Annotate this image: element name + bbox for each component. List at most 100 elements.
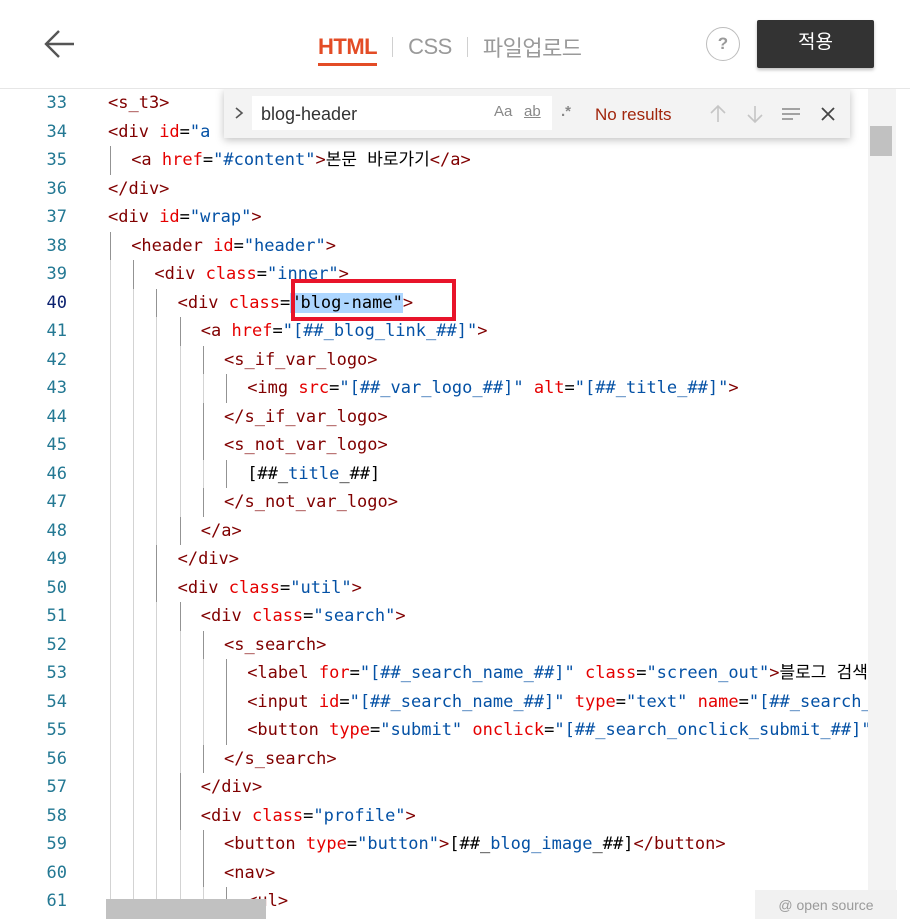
code-line[interactable]: <div class="search"> [201,602,406,630]
code-line[interactable]: <div class="profile"> [201,802,416,830]
back-arrow-icon[interactable] [44,28,76,60]
code-line[interactable]: </div> [201,773,262,801]
editor-toolbar: HTML CSS 파일업로드 ? 적용 [0,0,910,89]
line-number: 35 [46,150,67,170]
toggle-replace-chevron-icon[interactable] [232,103,248,123]
code-line[interactable]: <s_search> [224,631,326,659]
indent-guide [179,374,181,403]
code-line[interactable]: <nav> [224,859,275,887]
horizontal-scrollbar-thumb[interactable] [106,899,266,919]
code-line[interactable]: </a> [201,517,242,545]
code-line[interactable]: <s_not_var_logo> [224,431,388,459]
code-line[interactable]: </div> [108,175,169,203]
code-line[interactable]: </div> [178,545,239,573]
code-token: <div [200,805,252,826]
indent-guide [156,488,158,517]
code-line[interactable]: <div id="wrap"> [108,203,262,231]
code-token: "[##_search_name_##]" [349,691,565,712]
tab-css[interactable]: CSS [408,34,452,60]
indent-guide [133,659,135,688]
regex-toggle[interactable]: .* [561,103,571,120]
code-token: </button> [633,834,726,854]
indent-guide [179,801,181,830]
code-line[interactable]: <a href="#content">본문 바로가기</a> [131,146,471,174]
previous-match-arrow-icon[interactable] [706,102,730,126]
code-line[interactable]: <div class="util"> [178,574,362,602]
indent-guide [110,231,111,260]
code-line[interactable]: </s_not_var_logo> [224,488,398,516]
code-line[interactable]: <a href="[##_blog_link_##]"> [201,317,488,345]
line-number: 61 [46,891,67,911]
indent-guide [179,317,181,346]
indent-guide [110,545,111,574]
code-token: <div [108,207,160,227]
find-in-selection-icon[interactable] [779,102,803,126]
code-line[interactable]: <button type="submit" onclick="[##_searc… [247,716,868,744]
indent-guide [179,830,181,859]
indent-guide [226,659,227,688]
code-line[interactable]: <input id="[##_search_name_##]" type="te… [247,688,868,716]
vertical-scrollbar[interactable] [868,89,896,919]
code-token: > [405,805,416,826]
indent-guide [110,317,111,346]
code-area[interactable]: <s_t3> <div id="a <a href="#content">본문 바로… [108,89,868,919]
indent-guide [179,431,181,460]
indent-guide [133,716,135,745]
indent-guide [179,773,181,802]
code-token: = [256,264,268,284]
whole-word-toggle[interactable]: ab [524,103,541,120]
code-editor[interactable]: 33 34 35 36 37 38 39 40 41 42 43 44 45 46 47 48 49 50 51 52… [0,89,910,919]
code-line[interactable]: <s_t3> [108,89,169,117]
help-icon[interactable]: ? [706,27,740,61]
close-icon[interactable] [816,102,840,126]
code-token: <s_not_var_logo> [224,435,388,455]
code-line[interactable]: </s_if_var_logo> [224,403,388,431]
code-token: > [315,150,326,170]
code-token: = [339,691,350,712]
code-token: > [769,663,780,683]
code-token: "[##_var_logo_##]" [339,378,524,398]
indent-guide [156,288,158,317]
match-case-toggle[interactable]: Aa [494,103,512,120]
code-line[interactable]: <s_if_var_logo> [224,346,378,374]
code-token: blog_image [490,834,593,854]
code-token: type [305,834,347,854]
code-line[interactable]: <img src="[##_var_logo_##]" alt="[##_tit… [247,374,738,402]
indent-guide [202,431,204,460]
indent-guide [179,659,181,688]
code-line[interactable]: <label for="[##_search_name_##]" class="… [247,659,868,687]
apply-button[interactable]: 적용 [757,20,874,68]
indent-guide [110,488,111,517]
code-token: > [325,235,336,256]
indent-guide [202,374,204,403]
code-line[interactable]: <header id="header"> [131,232,336,260]
indent-guide [110,744,111,773]
line-number: 52 [46,634,67,655]
code-token: <a [131,150,162,170]
code-token: "screen_out" [646,663,770,683]
line-number: 60 [46,862,67,883]
code-token: [##_ [247,463,289,484]
tab-html[interactable]: HTML [318,34,378,66]
line-number: 56 [46,748,67,769]
code-line[interactable]: <div id="a [108,118,210,146]
code-token: alt [533,378,565,398]
vertical-scrollbar-thumb[interactable] [870,126,892,156]
indent-guide [133,545,135,574]
code-token: <nav> [224,862,276,883]
indent-guide [179,630,181,659]
code-line[interactable]: [##_title_##] [247,460,380,488]
code-token: id [318,691,340,712]
code-line[interactable]: </s_search> [224,745,337,773]
code-token: = [272,321,283,341]
indent-guide [202,687,204,716]
indent-guide [202,345,204,374]
indent-guide [133,516,135,545]
code-line[interactable]: <button type="button">[##_blog_image_##]… [224,830,726,858]
tab-file-upload[interactable]: 파일업로드 [483,31,582,63]
open-source-badge[interactable]: @ open source [755,890,897,919]
next-match-arrow-icon[interactable] [743,102,767,126]
line-number: 47 [46,492,67,512]
indent-guide [110,716,111,745]
indent-guide [133,431,135,460]
